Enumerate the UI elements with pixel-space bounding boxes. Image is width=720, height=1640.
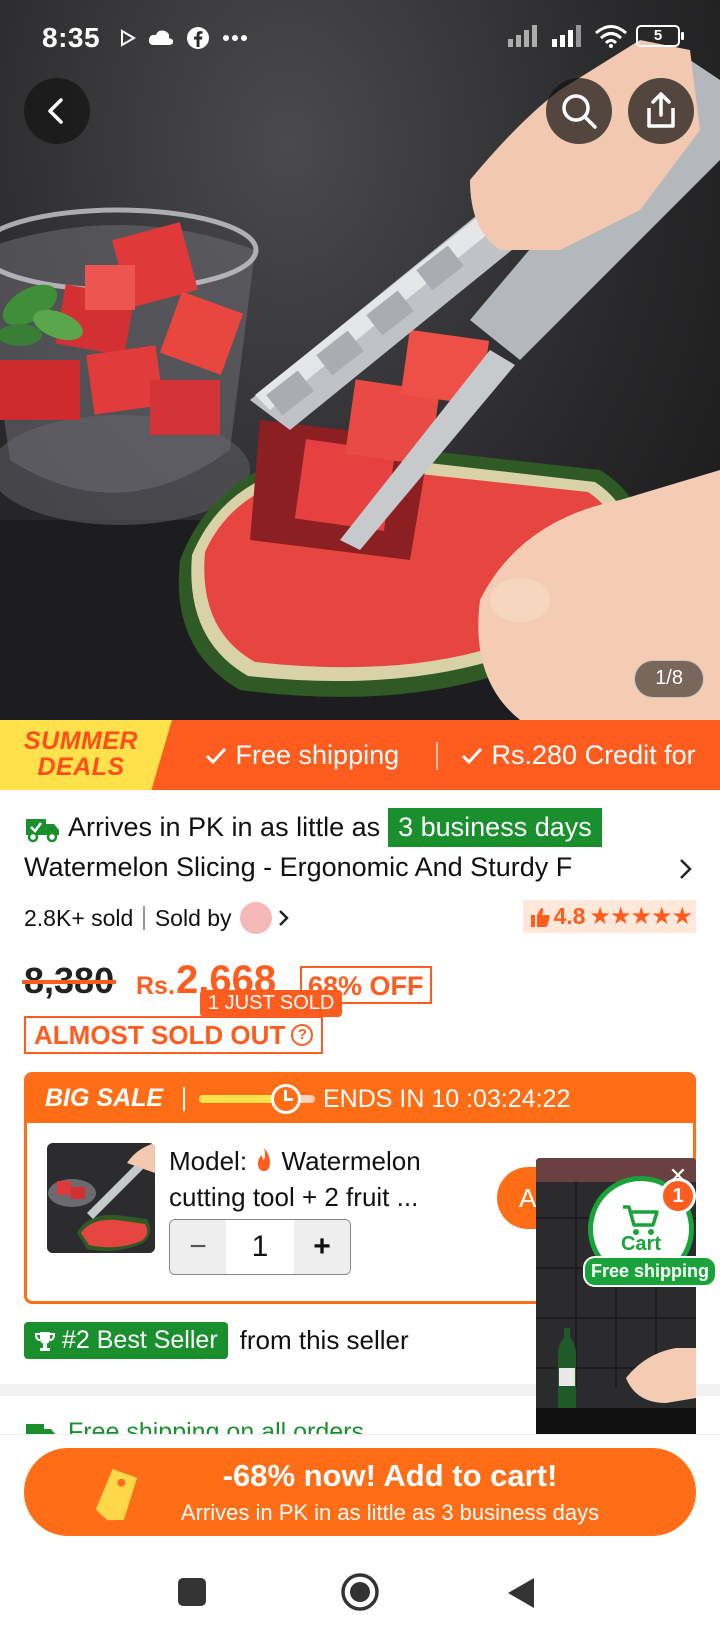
summer-line-2: DEALS <box>37 753 125 781</box>
rating-stars: ★★★★★ <box>589 903 693 930</box>
product-title: Watermelon Slicing - Ergonomic And Sturd… <box>24 852 573 882</box>
rating-value: 4.8 <box>553 903 586 929</box>
variant-model[interactable]: Model: Watermelon cutting tool + 2 fruit… <box>169 1143 479 1215</box>
more-notifications-icon <box>223 35 247 41</box>
price-row: 8,380 Rs. 2,668 68% OFF <box>21 958 704 1008</box>
back-nav-button[interactable] <box>506 1576 538 1610</box>
variant-thumbnail[interactable] <box>47 1143 155 1253</box>
add-to-cart-sub-label: Arrives in PK in as little as 3 business… <box>180 1500 600 1525</box>
delivery-prefix: Arrives in PK in as little as <box>68 812 381 842</box>
status-notification-icons <box>120 26 248 50</box>
clock-icon <box>271 1084 301 1114</box>
play-store-icon <box>121 29 136 47</box>
big-sale-label: BIG SALE <box>45 1084 164 1112</box>
facebook-icon <box>187 27 209 49</box>
original-price: 8,380 <box>21 960 117 1001</box>
summer-line-1: SUMMER <box>24 727 139 755</box>
sold-count: 2.8K+ sold <box>24 904 134 931</box>
chevron-right-icon <box>680 859 692 879</box>
fire-icon <box>258 1148 271 1171</box>
thumbs-up-icon <box>531 907 551 927</box>
search-icon <box>562 94 597 129</box>
title-fade <box>578 852 668 883</box>
cart-free-shipping-badge: Free shipping <box>583 1256 718 1287</box>
quantity-value[interactable]: 1 <box>226 1220 294 1274</box>
almost-sold-out-label: ALMOST SOLD OUT <box>34 1020 286 1050</box>
quantity-increase-button[interactable]: + <box>294 1220 350 1274</box>
sales-and-seller-row: 2.8K+ sold Sold by <box>24 902 292 934</box>
home-button[interactable] <box>340 1572 380 1612</box>
model-label: Model: <box>169 1146 248 1176</box>
share-button[interactable] <box>628 78 694 144</box>
cloud-icon <box>148 30 174 45</box>
recent-apps-button[interactable] <box>176 1576 208 1608</box>
best-seller-badge: #2 Best Seller <box>24 1322 228 1359</box>
promo-credit: Rs.280 Credit for <box>460 720 696 790</box>
system-nav-bar <box>0 1544 720 1640</box>
image-counter: 1/8 <box>634 660 704 698</box>
delivery-truck-icon <box>26 818 59 842</box>
promo-banner[interactable]: SUMMER DEALS Free shipping Rs.280 Credit … <box>0 720 720 790</box>
product-title-row[interactable]: Watermelon Slicing - Ergonomic And Sturd… <box>24 852 704 883</box>
ends-in-label: ENDS IN <box>323 1085 425 1113</box>
wifi-icon <box>595 25 627 48</box>
promo-credit-label: Rs.280 Credit for <box>491 740 696 770</box>
price-currency: Rs. <box>136 972 175 1000</box>
help-icon: ? <box>291 1024 314 1046</box>
check-icon <box>461 747 483 765</box>
product-photo <box>0 40 720 720</box>
delivery-days-badge: 3 business days <box>388 808 602 847</box>
cart-icon <box>623 1204 659 1235</box>
big-sale-divider <box>183 1087 185 1111</box>
promo-divider <box>436 742 438 770</box>
trophy-icon <box>34 1331 56 1351</box>
sold-divider <box>143 906 145 930</box>
back-button[interactable] <box>24 78 90 144</box>
quantity-decrease-button[interactable]: − <box>170 1220 226 1274</box>
add-to-cart-main-label: -68% now! Add to cart! <box>222 1458 558 1493</box>
best-seller-row[interactable]: #2 Best Seller from this seller <box>24 1322 409 1359</box>
promo-free-shipping: Free shipping <box>204 720 399 790</box>
status-bar: 8:35 5 <box>0 0 720 76</box>
variant-thumbnail-image <box>47 1143 155 1253</box>
best-seller-suffix: from this seller <box>239 1325 409 1355</box>
summer-deals-badge: SUMMER DEALS <box>0 720 172 790</box>
status-time: 8:35 <box>42 22 101 53</box>
signal-2-icon <box>552 25 581 47</box>
cart-label: Cart <box>620 1232 661 1255</box>
delivery-estimate: Arrives in PK in as little as 3 business… <box>24 808 602 847</box>
status-right-icons: 5 <box>506 24 684 48</box>
rating-badge[interactable]: 4.8 ★★★★★ <box>523 900 696 933</box>
share-icon <box>647 92 675 128</box>
chevron-left-icon <box>48 98 63 124</box>
big-sale-header: BIG SALE ENDS IN 10 :03:24:22 <box>27 1075 693 1123</box>
check-icon <box>205 747 227 765</box>
promo-free-shipping-label: Free shipping <box>235 740 400 770</box>
add-to-cart-button[interactable]: -68% now! Add to cart! Arrives in PK in … <box>24 1448 696 1536</box>
sale-countdown: ENDS IN 10 :03:24:22 <box>323 1085 570 1114</box>
cart-count-badge: 1 <box>660 1178 696 1214</box>
sold-by-label: Sold by <box>154 904 232 931</box>
search-button[interactable] <box>546 78 612 144</box>
quantity-stepper: − 1 + <box>169 1219 351 1275</box>
best-seller-label: #2 Best Seller <box>62 1326 218 1354</box>
product-image-carousel[interactable]: 8:35 5 1/8 <box>0 0 720 720</box>
chevron-right-icon[interactable] <box>276 906 292 930</box>
countdown-timer: 10 :03:24:22 <box>431 1085 571 1113</box>
seller-logo[interactable] <box>239 902 272 934</box>
almost-sold-out-badge[interactable]: ALMOST SOLD OUT ? <box>24 1016 324 1054</box>
just-sold-badge: 1 JUST SOLD <box>200 990 343 1017</box>
signal-1-icon <box>508 25 537 47</box>
battery-indicator: 5 <box>636 25 684 47</box>
